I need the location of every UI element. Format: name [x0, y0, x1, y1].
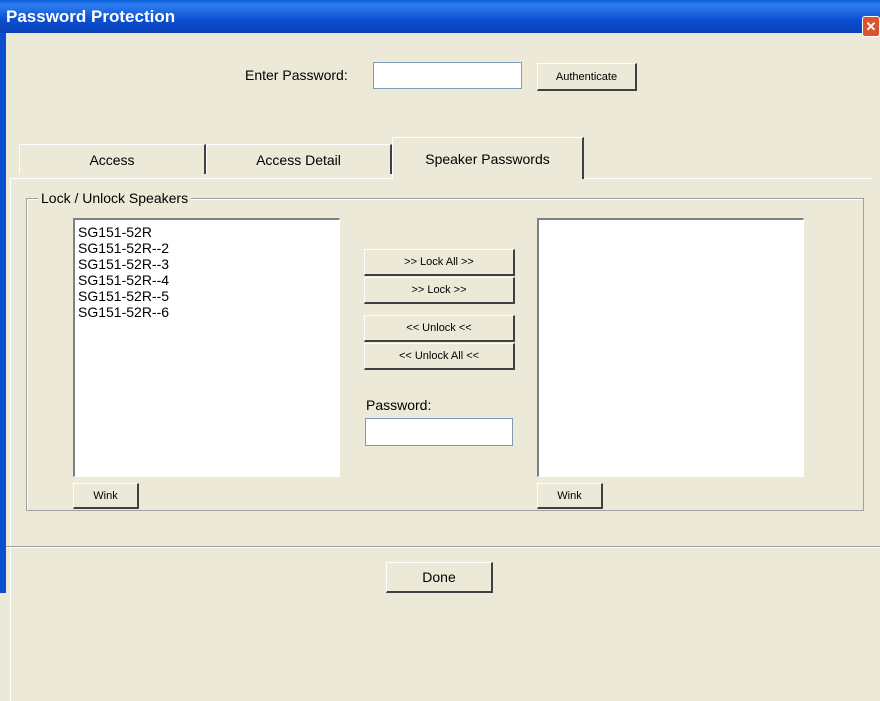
- lock-all-button[interactable]: >> Lock All >>: [364, 249, 515, 276]
- list-item[interactable]: SG151-52R--5: [75, 288, 339, 304]
- enter-password-input[interactable]: [373, 62, 522, 89]
- locked-speakers-list[interactable]: [537, 218, 804, 477]
- list-item[interactable]: SG151-52R: [75, 224, 339, 240]
- window-title: Password Protection: [6, 7, 176, 26]
- groupbox-title: Lock / Unlock Speakers: [38, 190, 192, 206]
- footer-separator: [6, 546, 880, 548]
- tab-access-detail[interactable]: Access Detail: [206, 144, 392, 174]
- tab-speaker-passwords[interactable]: Speaker Passwords: [392, 137, 584, 179]
- close-button[interactable]: ✕: [862, 16, 880, 37]
- list-item[interactable]: SG151-52R--4: [75, 272, 339, 288]
- speaker-password-label: Password:: [366, 397, 432, 413]
- list-item[interactable]: SG151-52R--6: [75, 304, 339, 320]
- authenticate-button[interactable]: Authenticate: [537, 63, 637, 91]
- enter-password-label: Enter Password:: [245, 67, 348, 83]
- unlock-button[interactable]: << Unlock <<: [364, 315, 515, 342]
- wink-left-button[interactable]: Wink: [73, 483, 139, 509]
- list-item[interactable]: SG151-52R--3: [75, 256, 339, 272]
- wink-right-button[interactable]: Wink: [537, 483, 603, 509]
- tab-access[interactable]: Access: [19, 144, 206, 174]
- list-item[interactable]: SG151-52R--2: [75, 240, 339, 256]
- unlock-all-button[interactable]: << Unlock All <<: [364, 343, 515, 370]
- window-left-border: [0, 33, 6, 593]
- unlocked-speakers-list[interactable]: SG151-52R SG151-52R--2 SG151-52R--3 SG15…: [73, 218, 340, 477]
- done-button[interactable]: Done: [386, 562, 493, 593]
- lock-button[interactable]: >> Lock >>: [364, 277, 515, 304]
- speaker-password-input[interactable]: [365, 418, 513, 446]
- title-bar: Password Protection: [0, 0, 880, 33]
